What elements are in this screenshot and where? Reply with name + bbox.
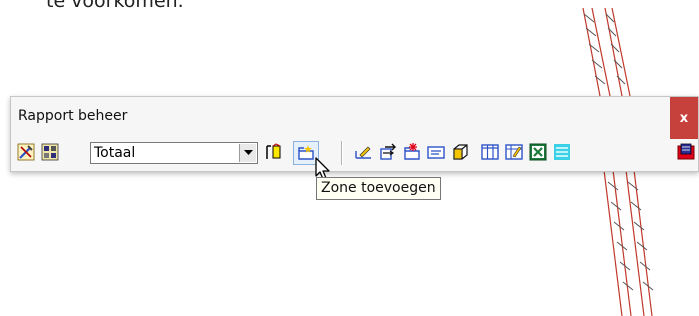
print-report-icon[interactable] bbox=[677, 143, 695, 161]
table-edit-icon[interactable] bbox=[505, 143, 523, 161]
rapport-beheer-window: Rapport beheer x Totaal bbox=[10, 96, 699, 172]
report-grid-icon[interactable] bbox=[41, 143, 59, 161]
close-button[interactable]: x bbox=[670, 97, 698, 139]
tools-icon[interactable] bbox=[17, 143, 35, 161]
toolbar-separator bbox=[341, 141, 343, 165]
list-icon[interactable] bbox=[553, 143, 571, 161]
dropdown-value: Totaal bbox=[94, 145, 136, 161]
tooltip: Zone toevoegen bbox=[316, 177, 441, 200]
excel-export-icon[interactable] bbox=[529, 143, 547, 161]
toolbar: Totaal bbox=[11, 141, 699, 167]
move-zone-icon[interactable] bbox=[379, 143, 397, 161]
table-columns-icon[interactable] bbox=[481, 143, 499, 161]
window-title: Rapport beheer bbox=[18, 108, 128, 124]
zone-bracket-icon[interactable] bbox=[265, 143, 283, 161]
report-selector-dropdown[interactable]: Totaal bbox=[90, 142, 258, 164]
zone-list-icon[interactable] bbox=[427, 143, 445, 161]
add-zone-icon bbox=[298, 145, 314, 160]
delete-zone-icon[interactable] bbox=[403, 143, 421, 161]
edit-zone-icon[interactable] bbox=[355, 143, 373, 161]
chevron-down-icon[interactable] bbox=[239, 144, 256, 162]
3d-box-icon[interactable] bbox=[451, 143, 469, 161]
